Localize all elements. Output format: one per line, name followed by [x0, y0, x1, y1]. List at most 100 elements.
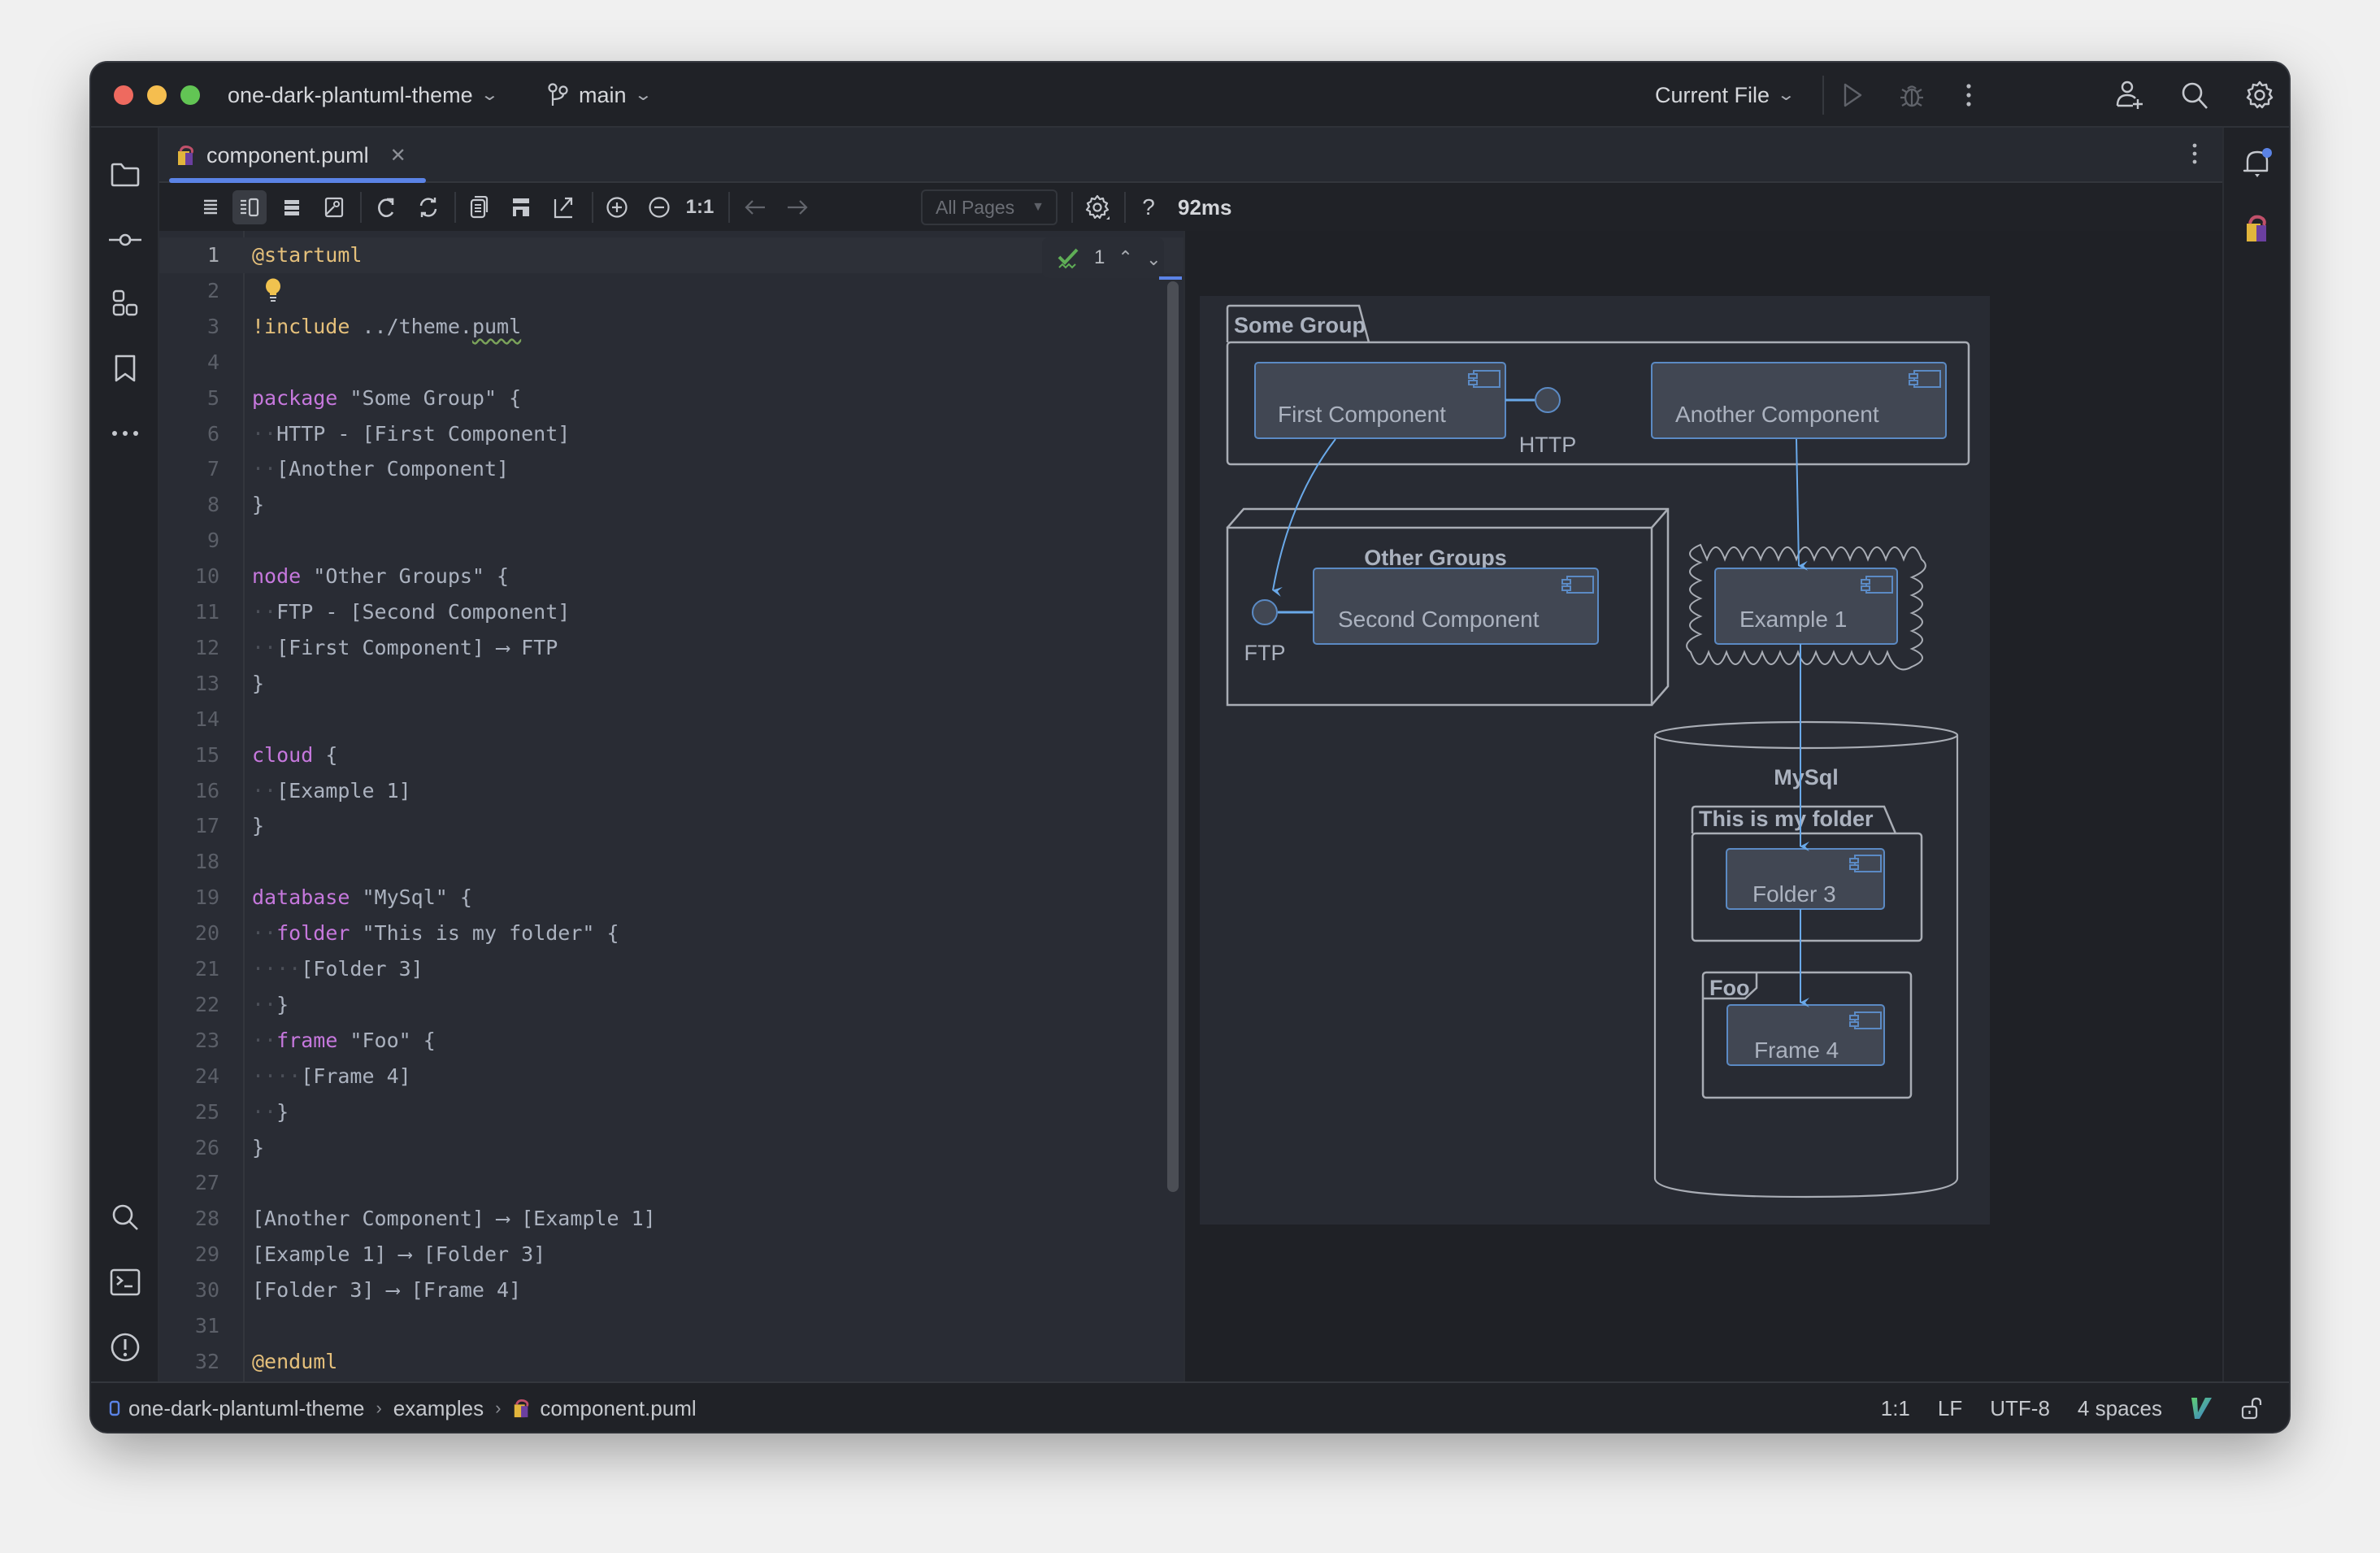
search-everywhere-button[interactable]	[2177, 77, 2213, 113]
line-number: 6	[206, 421, 219, 446]
code-line[interactable]: 8}	[159, 487, 1183, 523]
help-button[interactable]: ?	[1131, 190, 1166, 224]
code-line[interactable]: 7 ··[Another Component]	[159, 451, 1183, 487]
editor-only-button[interactable]	[193, 190, 228, 224]
zoom-in-button[interactable]	[600, 190, 634, 224]
component-folder3[interactable]: Folder 3	[1726, 848, 1885, 910]
code-line[interactable]: 9	[159, 523, 1183, 559]
breadcrumb-project[interactable]: one-dark-plantuml-theme	[128, 1396, 364, 1421]
next-page-button[interactable]	[780, 190, 814, 224]
auto-refresh-button[interactable]	[411, 190, 445, 224]
refresh-button[interactable]	[369, 190, 403, 224]
code-line[interactable]: 14	[159, 702, 1183, 737]
breadcrumb-file[interactable]: component.puml	[540, 1396, 696, 1421]
code-line[interactable]: 27	[159, 1165, 1183, 1201]
code-line[interactable]: 32 @enduml	[159, 1344, 1183, 1380]
editor-and-preview-button[interactable]	[232, 190, 267, 224]
component-another[interactable]: Another Component	[1651, 362, 1947, 439]
actual-size-button[interactable]: 1:1	[683, 190, 717, 224]
save-diagram-button[interactable]	[504, 190, 538, 224]
folder-label: This is my folder	[1699, 807, 1874, 831]
debug-button[interactable]	[1894, 77, 1930, 113]
code-line[interactable]: 21 ····[Folder 3]	[159, 951, 1183, 987]
unlock-icon[interactable]	[2240, 1396, 2265, 1420]
previous-page-button[interactable]	[738, 190, 772, 224]
structure-tool-button[interactable]	[106, 284, 145, 323]
editor-scrollbar[interactable]	[1167, 281, 1179, 1192]
code-line[interactable]: 29 [Example 1] ⟶ [Folder 3]	[159, 1237, 1183, 1272]
open-external-button[interactable]	[546, 190, 580, 224]
code-line[interactable]: 22 ··}	[159, 987, 1183, 1023]
lightbulb-icon[interactable]	[265, 278, 281, 302]
code-line[interactable]: 11 ··FTP - [Second Component]	[159, 594, 1183, 630]
problems-tool-button[interactable]	[106, 1328, 145, 1367]
copy-diagram-button[interactable]	[462, 190, 496, 224]
code-line[interactable]: 23 ··frame "Foo" {	[159, 1023, 1183, 1059]
indent-setting[interactable]: 4 spaces	[2078, 1396, 2162, 1421]
code-line[interactable]: 30 [Folder 3] ⟶ [Frame 4]	[159, 1272, 1183, 1308]
interface-http[interactable]: HTTP	[1505, 387, 1576, 457]
close-window-button[interactable]	[114, 85, 133, 105]
close-tab-icon[interactable]: ✕	[390, 144, 406, 167]
code-line[interactable]: 28 [Another Component] ⟶ [Example 1]	[159, 1201, 1183, 1237]
code-line[interactable]: 2	[159, 273, 1183, 309]
inspection-widget[interactable]: 1 ⌃ ⌃	[1042, 237, 1164, 278]
pages-dropdown[interactable]: All Pages ▼	[921, 189, 1058, 225]
maximize-window-button[interactable]	[180, 85, 200, 105]
more-actions-button[interactable]	[1951, 77, 1987, 113]
code-line[interactable]: 20 ··folder "This is my folder" {	[159, 916, 1183, 951]
tab-options-button[interactable]	[2191, 142, 2198, 170]
code-line[interactable]: 5 package "Some Group" {	[159, 381, 1183, 416]
code-line[interactable]: 19 database "MySql" {	[159, 880, 1183, 916]
notifications-button[interactable]	[2238, 144, 2277, 183]
tab-component-puml[interactable]: component.puml ✕	[169, 128, 406, 183]
component-frame4[interactable]: Frame 4	[1726, 1004, 1885, 1066]
zoom-out-button[interactable]	[642, 190, 676, 224]
terminal-tool-button[interactable]	[106, 1263, 145, 1302]
branch-selector[interactable]: main ⌄	[548, 79, 653, 111]
vim-plugin-icon[interactable]	[2190, 1396, 2213, 1420]
plantuml-tool-button[interactable]	[2238, 209, 2277, 248]
next-highlight-icon[interactable]: ⌃	[1146, 247, 1161, 268]
code-line[interactable]: 31	[159, 1308, 1183, 1344]
code-line[interactable]: 6 ··HTTP - [First Component]	[159, 416, 1183, 452]
commit-tool-button[interactable]	[106, 220, 145, 259]
code-line[interactable]: 10 node "Other Groups" {	[159, 559, 1183, 594]
code-line[interactable]: 17}	[159, 808, 1183, 844]
component-second[interactable]: Second Component	[1313, 568, 1599, 645]
code-with-me-button[interactable]	[2112, 77, 2148, 113]
component-example1[interactable]: Example 1	[1714, 568, 1898, 645]
find-tool-button[interactable]	[106, 1198, 145, 1237]
preview-only-button[interactable]	[275, 190, 309, 224]
code-line[interactable]: 18	[159, 844, 1183, 880]
diagram-settings-button[interactable]	[1080, 190, 1114, 224]
breadcrumb-folder[interactable]: examples	[393, 1396, 484, 1421]
code-line[interactable]: 24 ····[Frame 4]	[159, 1059, 1183, 1094]
previous-highlight-icon[interactable]: ⌃	[1118, 247, 1132, 268]
project-tool-button[interactable]	[106, 155, 145, 194]
caret-position[interactable]: 1:1	[1881, 1396, 1910, 1421]
code-line[interactable]: 12 ··[First Component] ⟶ FTP	[159, 630, 1183, 666]
code-line[interactable]: 16 ··[Example 1]	[159, 773, 1183, 809]
more-tools-button[interactable]	[106, 414, 145, 453]
image-preview-button[interactable]	[317, 190, 351, 224]
code-editor[interactable]: 1 @startuml 2 3 !include ../theme.puml 4 5 pack…	[159, 231, 1183, 1381]
line-separator[interactable]: LF	[1938, 1396, 1962, 1421]
settings-button[interactable]	[2242, 77, 2278, 113]
component-first[interactable]: First Component	[1254, 362, 1506, 439]
code-line[interactable]: 26}	[159, 1130, 1183, 1166]
code-line[interactable]: 3 !include ../theme.puml	[159, 309, 1183, 345]
code-line[interactable]: 1 @startuml	[159, 237, 1183, 273]
bookmarks-tool-button[interactable]	[106, 349, 145, 388]
file-encoding[interactable]: UTF-8	[1990, 1396, 2050, 1421]
code-line[interactable]: 4	[159, 345, 1183, 381]
code-line[interactable]: 15 cloud {	[159, 737, 1183, 773]
minimize-window-button[interactable]	[147, 85, 167, 105]
project-selector[interactable]: one-dark-plantuml-theme ⌄	[228, 79, 499, 111]
interface-ftp[interactable]: FTP	[1244, 599, 1314, 665]
run-config-selector[interactable]: Current File ⌄	[1655, 79, 1796, 111]
line-code: ··frame "Foo" {	[252, 1028, 436, 1052]
code-line[interactable]: 13}	[159, 666, 1183, 702]
code-line[interactable]: 25 ··}	[159, 1094, 1183, 1130]
run-button[interactable]	[1835, 77, 1870, 113]
